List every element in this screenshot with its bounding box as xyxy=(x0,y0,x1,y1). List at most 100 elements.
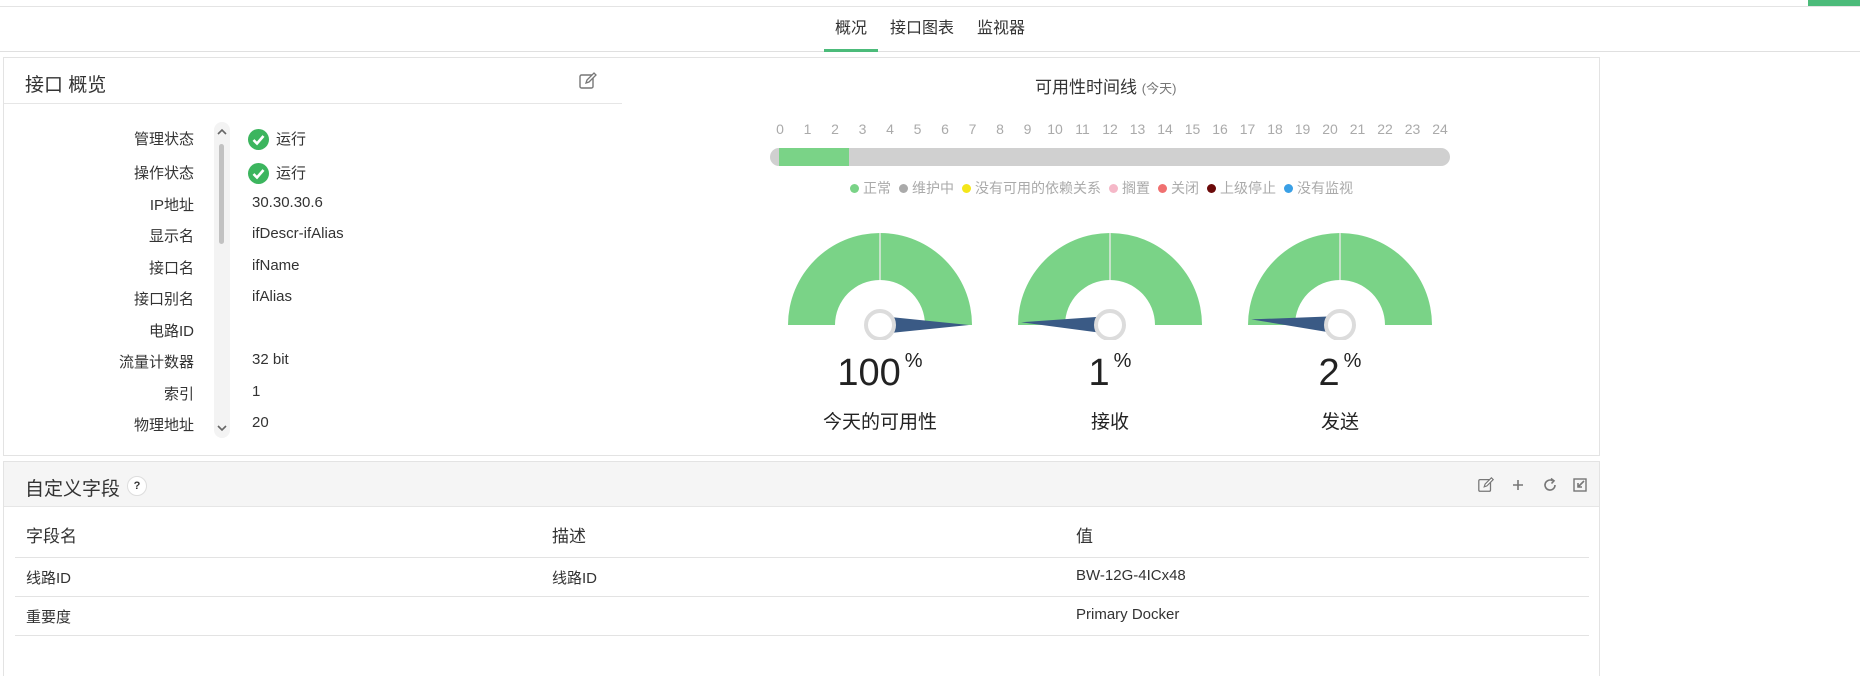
timeline-up-segment[interactable] xyxy=(779,148,849,166)
legend-label: 搁置 xyxy=(1122,180,1150,196)
add-icon[interactable] xyxy=(1509,476,1527,494)
custom-fields-panel: 自定义字段 ? 字段名 描述 值 线路ID 线路ID BW-12G-4ICx48… xyxy=(3,461,1600,676)
divider xyxy=(15,557,1589,558)
legend-item: 正常 xyxy=(850,178,891,198)
tab-interface-charts[interactable]: 接口图表 xyxy=(889,7,955,52)
gauge-graphic xyxy=(1248,233,1432,340)
legend-item: 关闭 xyxy=(1158,178,1199,198)
cell-description: 线路ID xyxy=(552,570,598,587)
property-label-circuit-id: 电路ID xyxy=(148,323,194,340)
property-value-display-name: ifDescr-ifAlias xyxy=(252,225,344,242)
cell-field-name: 重要度 xyxy=(26,609,72,626)
edit-icon[interactable] xyxy=(1477,476,1495,494)
legend-label: 关闭 xyxy=(1171,180,1199,196)
legend-label: 正常 xyxy=(863,180,891,196)
cell-value: BW-12G-4ICx48 xyxy=(1076,567,1186,584)
availability-title-text: 可用性时间线 xyxy=(1035,78,1137,97)
property-label-if-name: 接口名 xyxy=(148,260,194,277)
custom-fields-header: 自定义字段 ? xyxy=(4,462,1599,507)
edit-icon[interactable] xyxy=(578,71,598,91)
legend-dot xyxy=(1109,184,1118,193)
property-label-admin-status: 管理状态 xyxy=(133,131,194,148)
timeline-hour-label: 6 xyxy=(941,121,949,137)
gauge-graphic xyxy=(1018,233,1202,340)
property-value-admin-status: 运行 xyxy=(276,131,307,148)
column-header-value: 值 xyxy=(1076,527,1093,546)
timeline-hour-label: 15 xyxy=(1184,121,1201,137)
gauge-hub xyxy=(1324,309,1356,340)
property-label-oper-status: 操作状态 xyxy=(133,165,194,182)
chevron-down-icon[interactable] xyxy=(215,421,229,435)
timeline-hour-label: 8 xyxy=(996,121,1004,137)
timeline-hour-label: 7 xyxy=(968,121,977,137)
availability-subtitle: (今天) xyxy=(1141,81,1177,96)
scrollbar-thumb[interactable] xyxy=(219,144,224,244)
legend-label: 没有可用的依赖关系 xyxy=(975,180,1101,196)
custom-fields-title: 自定义字段 xyxy=(25,479,121,500)
check-circle-icon xyxy=(248,163,269,184)
top-bar xyxy=(0,0,1860,7)
timeline-hour-label: 0 xyxy=(776,121,784,137)
property-value-mac: 20 xyxy=(252,414,269,431)
timeline-hour-label: 14 xyxy=(1157,121,1173,137)
property-label-index: 索引 xyxy=(163,386,194,403)
tab-monitors[interactable]: 监视器 xyxy=(975,7,1027,52)
timeline-hour-label: 13 xyxy=(1129,121,1146,137)
legend-dot xyxy=(850,184,859,193)
property-label-if-alias: 接口别名 xyxy=(133,291,194,308)
gauge-graphic xyxy=(788,233,972,340)
gauge-hub xyxy=(1094,309,1126,340)
timeline-hour-label: 17 xyxy=(1239,121,1256,137)
property-value-traffic-counter: 32 bit xyxy=(252,351,289,368)
legend-item: 没有监视 xyxy=(1284,178,1353,198)
property-value-ip: 30.30.30.6 xyxy=(252,194,323,211)
minimize-icon[interactable] xyxy=(1571,476,1589,494)
column-header-field-name: 字段名 xyxy=(26,527,77,546)
divider xyxy=(15,635,1589,636)
timeline-hour-label: 10 xyxy=(1047,121,1063,137)
property-scrollbar[interactable] xyxy=(214,122,230,438)
legend-item: 没有可用的依赖关系 xyxy=(962,178,1101,198)
property-label-display-name: 显示名 xyxy=(148,228,194,245)
legend-dot xyxy=(1284,184,1293,193)
cell-field-name: 线路ID xyxy=(26,570,72,587)
legend-item: 维护中 xyxy=(899,178,954,198)
property-value-if-alias: ifAlias xyxy=(252,288,293,305)
legend-item: 上级停止 xyxy=(1207,178,1276,198)
tab-overview[interactable]: 概况 xyxy=(824,7,878,52)
timeline-hour-label: 1 xyxy=(803,121,812,137)
chevron-up-icon[interactable] xyxy=(215,125,229,139)
property-value-oper-status: 运行 xyxy=(276,165,307,182)
gauge-value: 1% xyxy=(1088,350,1132,394)
gauge-receive: 1% 接收 xyxy=(1015,230,1205,433)
legend-dot xyxy=(899,184,908,193)
timeline-hour-label: 23 xyxy=(1404,121,1421,137)
gauge-label: 今天的可用性 xyxy=(822,412,937,433)
timeline-hour-label: 19 xyxy=(1294,121,1311,137)
gauge-label: 发送 xyxy=(1320,412,1359,433)
refresh-icon[interactable] xyxy=(1541,476,1559,494)
legend-label: 维护中 xyxy=(912,180,954,196)
gauge-send: 2% 发送 xyxy=(1245,230,1435,433)
timeline-hour-label: 11 xyxy=(1075,121,1090,137)
property-label-mac: 物理地址 xyxy=(133,417,194,434)
check-circle-icon xyxy=(248,129,269,150)
top-accent xyxy=(1808,0,1860,6)
tab-bar: 概况 接口图表 监视器 xyxy=(0,7,1860,52)
property-value-index: 1 xyxy=(252,383,261,400)
legend-dot xyxy=(1207,184,1216,193)
timeline-hour-label: 5 xyxy=(913,121,922,137)
overview-title: 接口 概览 xyxy=(25,75,107,96)
timeline-hour-label: 20 xyxy=(1322,121,1338,137)
divider xyxy=(15,596,1589,597)
timeline-hour-label: 4 xyxy=(886,121,894,137)
property-label-traffic-counter: 流量计数器 xyxy=(118,354,194,371)
help-icon[interactable]: ? xyxy=(127,476,147,496)
gauge-value: 100% xyxy=(837,350,923,394)
timeline-hour-label: 16 xyxy=(1212,121,1228,137)
availability-timeline[interactable] xyxy=(770,148,1450,166)
column-header-description: 描述 xyxy=(552,527,586,546)
timeline-hour-label: 12 xyxy=(1102,121,1118,137)
timeline-hour-label: 21 xyxy=(1349,121,1366,137)
legend-dot xyxy=(962,184,971,193)
